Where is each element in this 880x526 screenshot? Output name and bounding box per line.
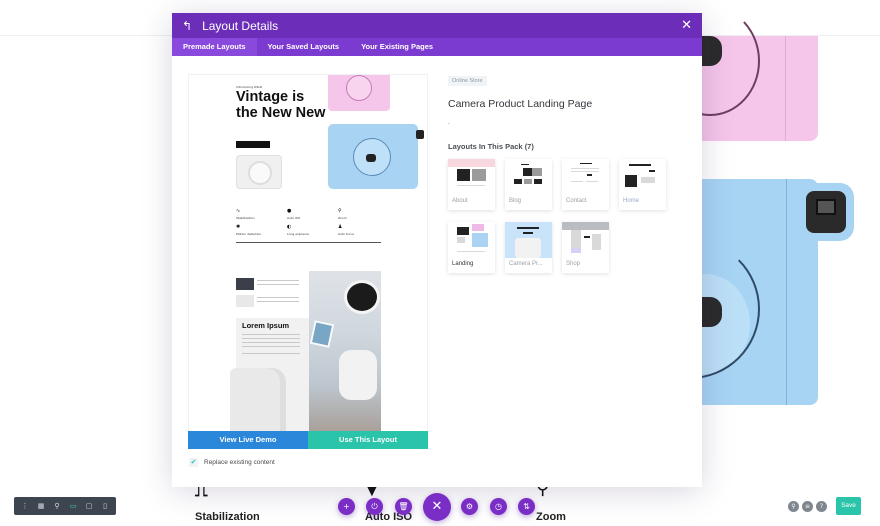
background-blue-camera-image bbox=[620, 179, 854, 405]
preview-feature-icon: ✱ bbox=[236, 224, 241, 230]
preview-text-line bbox=[242, 346, 300, 347]
pack-layout-card-about[interactable]: About bbox=[448, 159, 495, 210]
replace-existing-checkbox[interactable]: ✔ bbox=[189, 458, 198, 467]
pack-layout-label: Home bbox=[623, 198, 640, 204]
phone-view-icon[interactable]: ▯ bbox=[99, 502, 111, 510]
wireframe-icon[interactable]: ▦ bbox=[35, 502, 47, 510]
tab-premade-layouts[interactable]: Premade Layouts bbox=[172, 38, 257, 56]
pack-layout-thumbnail bbox=[505, 222, 552, 258]
preview-text-line bbox=[242, 342, 300, 343]
close-builder-icon[interactable]: ✕ bbox=[423, 493, 451, 521]
pack-layout-thumbnail bbox=[448, 159, 495, 195]
pack-layout-label: Landing bbox=[452, 261, 474, 267]
preview-feature: Auto focus bbox=[338, 232, 354, 236]
preview-text-line bbox=[242, 334, 300, 335]
layout-preview: Introducing DSLR Vintage is the New New … bbox=[188, 74, 428, 432]
preview-feature: Motion detection bbox=[236, 232, 262, 236]
preview-text-line bbox=[257, 301, 299, 302]
preview-feature: Stabilization bbox=[236, 216, 255, 220]
preview-side-camera bbox=[230, 368, 286, 431]
pack-layout-label: Shop bbox=[566, 261, 581, 267]
tab-your-saved-layouts[interactable]: Your Saved Layouts bbox=[257, 38, 351, 56]
view-mode-toolbar: ⋮ ▦ ⚲ ▭ ▢ ▯ bbox=[14, 497, 116, 515]
search-icon[interactable]: ⚲ bbox=[788, 501, 799, 512]
close-icon[interactable]: ✕ bbox=[681, 18, 692, 33]
layout-description: . bbox=[448, 119, 450, 126]
preview-hand-camera bbox=[339, 350, 377, 400]
pack-layout-card-home[interactable]: Home bbox=[619, 159, 666, 210]
sort-icon[interactable]: ⇅ bbox=[518, 498, 535, 515]
pack-layout-card-blog[interactable]: Blog bbox=[505, 159, 552, 210]
feature-label-zoom: Zoom bbox=[536, 511, 566, 523]
pack-layout-card-camera-product[interactable]: Camera Pr... bbox=[505, 222, 552, 273]
replace-existing-label: Replace existing content bbox=[204, 459, 275, 466]
preview-text-line bbox=[257, 297, 299, 298]
back-arrow-icon[interactable]: ↰ bbox=[182, 19, 192, 33]
pack-heading: Layouts In This Pack (7) bbox=[448, 142, 534, 151]
preview-light-camera-thumb bbox=[236, 295, 254, 307]
preview-blue-camera bbox=[328, 124, 424, 189]
settings-icon[interactable]: ⚙ bbox=[461, 498, 478, 515]
preview-feature-icon: ◐ bbox=[287, 224, 292, 230]
more-options-icon[interactable]: ⋮ bbox=[19, 502, 31, 510]
feature-label-stabilization: Stabilization bbox=[195, 511, 260, 523]
pack-layout-thumbnail bbox=[505, 159, 552, 195]
tablet-view-icon[interactable]: ▢ bbox=[83, 502, 95, 510]
preview-pink-camera bbox=[328, 75, 390, 111]
add-icon[interactable]: + bbox=[338, 498, 355, 515]
preview-feature-icon: ⚲ bbox=[338, 208, 342, 214]
background-pink-camera-image bbox=[660, 6, 818, 141]
modal-tabs: Premade Layouts Your Saved Layouts Your … bbox=[172, 38, 702, 56]
preview-actions: View Live Demo Use This Layout bbox=[188, 431, 428, 449]
page-builder-canvas: ⎍ Stabilization ▼ Auto ISO ⚲ Zoom ↰ Layo… bbox=[0, 0, 880, 526]
preview-section-heading: Lorem Ipsum bbox=[242, 321, 290, 330]
category-badge: Online Store bbox=[448, 76, 487, 86]
preview-coffee-cup bbox=[344, 280, 380, 314]
preview-cta-button bbox=[236, 141, 270, 148]
preview-feature-icon: ∿ bbox=[236, 208, 241, 214]
history-icon[interactable]: ◷ bbox=[490, 498, 507, 515]
help-icon[interactable]: ? bbox=[816, 501, 827, 512]
pack-layout-label: Camera Pr... bbox=[509, 261, 543, 267]
preview-feature: Auto ISO bbox=[287, 216, 301, 220]
preview-feature-icon: ♟ bbox=[338, 224, 343, 230]
modal-title: Layout Details bbox=[202, 18, 279, 33]
layout-name: Camera Product Landing Page bbox=[448, 98, 593, 110]
preview-feature: Zoom bbox=[338, 216, 347, 220]
layers-icon[interactable]: ≡ bbox=[802, 501, 813, 512]
power-icon[interactable]: ⏻ bbox=[366, 498, 383, 515]
preview-text-line bbox=[257, 280, 299, 281]
preview-white-camera bbox=[236, 155, 282, 189]
view-live-demo-button[interactable]: View Live Demo bbox=[188, 431, 308, 449]
pack-layout-card-shop[interactable]: Shop bbox=[562, 222, 609, 273]
pack-layout-card-landing[interactable]: Landing bbox=[448, 222, 495, 273]
preview-divider bbox=[236, 242, 381, 243]
tab-your-existing-pages[interactable]: Your Existing Pages bbox=[350, 38, 444, 56]
pack-layout-thumbnail bbox=[619, 159, 666, 195]
preview-text-line bbox=[242, 338, 300, 339]
pack-layout-card-contact[interactable]: Contact bbox=[562, 159, 609, 210]
zoom-icon[interactable]: ⚲ bbox=[51, 502, 63, 510]
use-this-layout-button[interactable]: Use This Layout bbox=[308, 431, 428, 449]
save-button[interactable]: Save bbox=[836, 497, 861, 515]
desktop-view-icon[interactable]: ▭ bbox=[67, 502, 79, 510]
pack-layout-thumbnail bbox=[562, 159, 609, 195]
preview-feature: Long exposure bbox=[287, 232, 309, 236]
pack-layout-thumbnail bbox=[562, 222, 609, 258]
preview-dark-camera-thumb bbox=[236, 278, 254, 290]
preview-feature-icon: ● bbox=[287, 208, 292, 214]
layout-details-modal: ↰ Layout Details ✕ Premade Layouts Your … bbox=[172, 13, 702, 487]
modal-header: ↰ Layout Details ✕ bbox=[172, 13, 702, 38]
preview-text-line bbox=[242, 353, 300, 354]
pack-layout-label: Contact bbox=[566, 198, 587, 204]
pack-layout-thumbnail bbox=[448, 222, 495, 258]
replace-existing-content-option: ✔ Replace existing content bbox=[189, 458, 275, 467]
pack-layout-label: Blog bbox=[509, 198, 522, 204]
preview-hero-heading: Vintage is the New New bbox=[236, 89, 326, 121]
pack-layout-label: About bbox=[452, 198, 468, 204]
preview-text-line bbox=[257, 284, 299, 285]
trash-icon[interactable]: 🗑 bbox=[395, 498, 412, 515]
